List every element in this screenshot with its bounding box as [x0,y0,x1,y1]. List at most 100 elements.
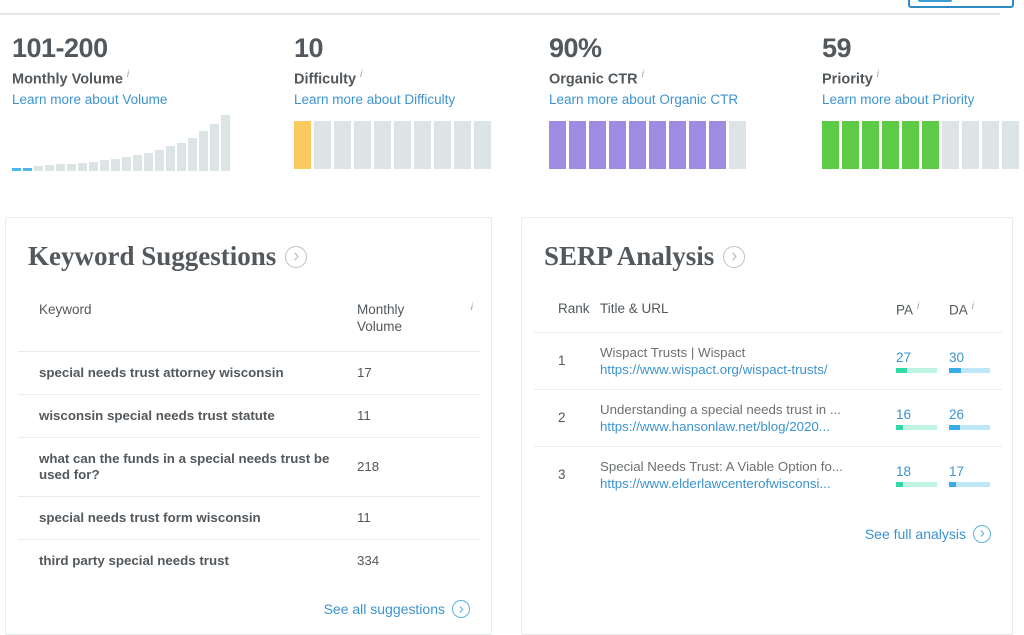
da-bar-fill [949,425,960,430]
metric-priority-label: Priority [822,71,873,88]
title-url-cell: Understanding a special needs trust in .… [592,388,896,446]
meter-segment [549,121,566,170]
column-header-pa: PA i [896,301,949,332]
sparkline-bar [78,163,87,172]
metric-monthly-volume-sparkline [12,113,230,172]
pa-bar [896,482,937,487]
table-row[interactable]: third party special needs trust 334 [18,539,481,582]
sparkline-bar [100,160,109,172]
sparkline-bar [210,124,219,172]
meter-segment [374,121,391,170]
chevron-right-circle-icon [973,524,991,543]
table-row[interactable]: wisconsin special needs trust statute 11 [18,394,481,438]
info-icon[interactable]: i [917,301,919,312]
meter-segment [294,121,311,170]
chevron-right-circle-icon [452,600,470,618]
meter-segment [962,121,979,170]
metric-monthly-volume: 101-200 Monthly Volume i Learn more about V… [12,32,230,172]
meter-segment [942,121,959,170]
meter-segment [589,121,606,170]
meter-segment [729,121,746,170]
metric-organic-ctr: 90% Organic CTR i Learn more about Organic … [549,32,746,170]
metric-priority-learn-more-link[interactable]: Learn more about Priority [822,92,1019,107]
meter-segment [982,121,999,170]
meter-segment [609,121,626,170]
da-bar [949,482,990,487]
column-header-title-url: Title & URL [600,301,669,316]
metric-organic-ctr-learn-more-link[interactable]: Learn more about Organic CTR [549,92,746,107]
pa-bar-fill [896,425,903,430]
keyword-cell: third party special needs trust [18,539,351,582]
table-row[interactable]: what can the funds in a special needs tr… [18,437,481,497]
meter-segment [314,121,331,170]
rank-cell: 3 [534,445,592,503]
metric-organic-ctr-meter [549,121,746,170]
serp-analysis-card: SERP Analysis Rank Title & URL PA i DA i 1… [521,217,1013,635]
metric-monthly-volume-value: 101-200 [12,33,108,63]
result-url-link[interactable]: https://www.hansonlaw.net/blog/2020... [600,418,896,435]
toolbar-button[interactable] [908,0,1014,8]
metric-monthly-volume-learn-more-link[interactable]: Learn more about Volume [12,92,230,107]
title-url-cell: Special Needs Trust: A Viable Option fo.… [592,445,896,503]
pa-bar [896,368,937,373]
meter-segment [882,121,899,170]
info-icon[interactable]: i [127,69,129,80]
meter-segment [649,121,666,170]
metric-difficulty-learn-more-link[interactable]: Learn more about Difficulty [294,92,491,107]
pa-value: 18 [896,464,912,479]
info-icon[interactable]: i [471,299,473,316]
meter-segment [454,121,471,170]
result-url-link[interactable]: https://www.wispact.org/wispact-trusts/ [600,361,896,378]
see-all-suggestions-link[interactable]: See all suggestions [324,600,470,618]
pa-cell: 27 [896,331,949,389]
table-header-row: Rank Title & URL PA i DA i [534,301,1002,332]
metrics-row: 101-200 Monthly Volume i Learn more about V… [0,32,1024,187]
metric-organic-ctr-label: Organic CTR [549,71,638,88]
pa-bar [896,425,937,430]
result-title: Wispact Trusts | Wispact [600,344,746,360]
chevron-right-circle-icon[interactable] [723,245,746,268]
serp-analysis-title: SERP Analysis [522,218,1012,272]
metric-organic-ctr-value: 90% [549,33,602,63]
da-bar-fill [949,482,956,487]
column-header-rank: Rank [558,301,590,316]
info-icon[interactable]: i [642,69,644,80]
keyword-suggestions-card: Keyword Suggestions Keyword Monthly Volum… [5,217,492,635]
info-icon[interactable]: i [360,69,362,80]
sparkline-bar [23,168,32,172]
metric-difficulty-meter [294,121,491,170]
table-row[interactable]: special needs trust attorney wisconsin 17 [18,351,481,395]
meter-segment [394,121,411,170]
serp-analysis-table: Rank Title & URL PA i DA i 1 Wispact Trusts… [534,301,1002,503]
column-header-keyword: Keyword [39,302,92,317]
info-icon[interactable]: i [972,301,974,312]
see-full-analysis-link[interactable]: See full analysis [865,524,991,543]
result-title: Understanding a special needs trust in .… [600,401,841,417]
keyword-suggestions-footer: See all suggestions [6,600,491,619]
info-icon[interactable]: i [877,69,879,80]
keyword-suggestions-table: Keyword Monthly Volume i special needs tr… [18,301,481,582]
table-header-row: Keyword Monthly Volume i [18,301,481,352]
metric-monthly-volume-label: Monthly Volume [12,71,123,88]
column-header-monthly-volume-text: Monthly Volume [357,302,405,334]
da-bar-fill [949,368,961,373]
table-row[interactable]: 1 Wispact Trusts | Wispact https://www.wis… [534,331,1002,389]
serp-analysis-title-text: SERP Analysis [544,241,715,271]
metric-priority: 59 Priority i Learn more about Priority [822,32,1019,170]
monthly-volume-cell: 334 [351,539,481,582]
top-bar [0,0,1024,22]
chevron-right-circle-icon[interactable] [285,245,308,268]
sparkline-bar [177,143,186,172]
metric-priority-value: 59 [822,33,852,63]
sparkline-bar [166,146,175,172]
table-row[interactable]: special needs trust form wisconsin 11 [18,496,481,540]
sparkline-bar [67,164,76,172]
result-url-link[interactable]: https://www.elderlawcenterofwisconsi... [600,475,896,492]
meter-segment [862,121,879,170]
metric-difficulty-label-row: Difficulty i [294,66,491,88]
da-value: 30 [949,350,965,365]
da-value: 26 [949,407,965,422]
table-row[interactable]: 2 Understanding a special needs trust in … [534,388,1002,446]
table-row[interactable]: 3 Special Needs Trust: A Viable Option fo… [534,445,1002,503]
column-header-da: DA i [949,301,1002,332]
